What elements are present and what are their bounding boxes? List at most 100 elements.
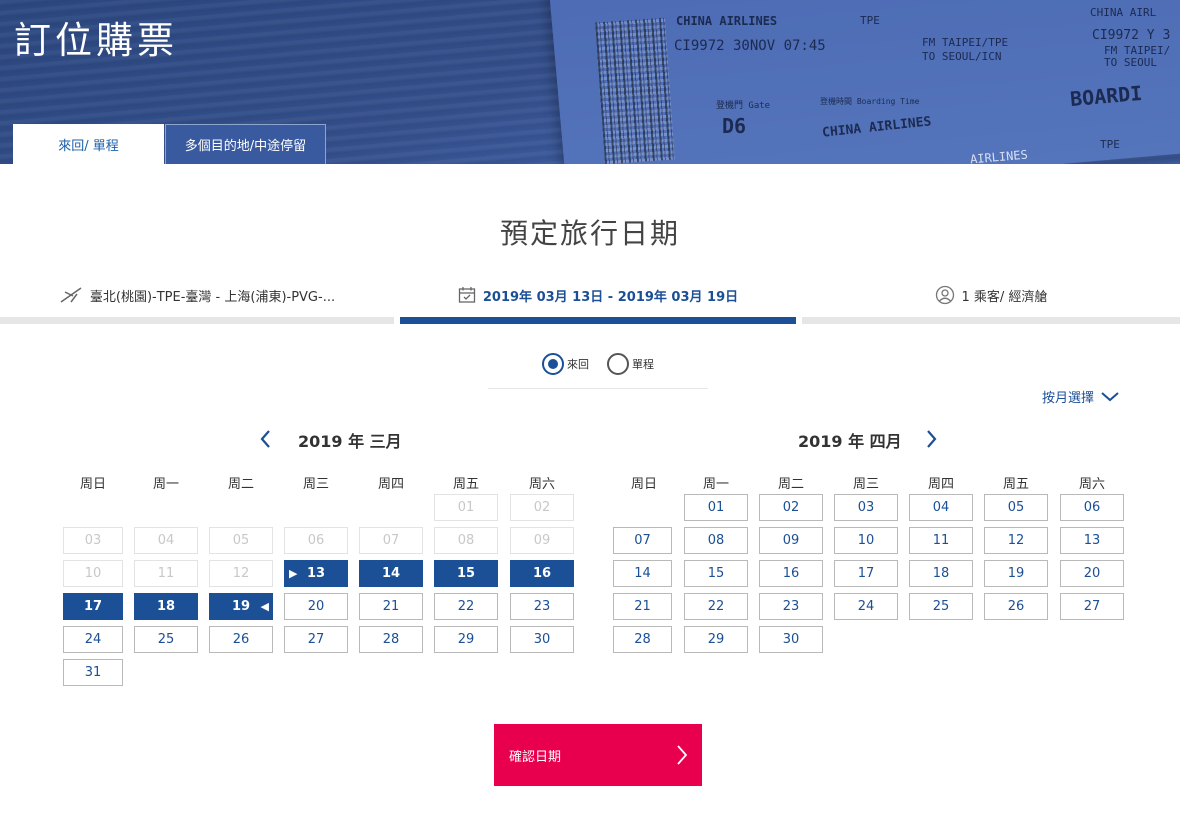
calendar-day[interactable]: 22 bbox=[434, 593, 498, 620]
day-number: 17 bbox=[857, 566, 875, 581]
radio-circle bbox=[607, 353, 629, 375]
step-passengers[interactable]: 1 乘客/ 經濟艙 bbox=[802, 282, 1180, 324]
calendar-day[interactable]: 23 bbox=[759, 593, 823, 620]
calendar-day[interactable]: 27 bbox=[284, 626, 348, 653]
calendar-april-title: 2019 年 四月 bbox=[798, 432, 902, 451]
day-number: 02 bbox=[782, 500, 800, 515]
calendar-day[interactable]: 27 bbox=[1060, 593, 1124, 620]
tab-multi-city[interactable]: 多個目的地/中途停留 bbox=[165, 124, 326, 164]
calendar-day[interactable]: 16 bbox=[759, 560, 823, 587]
calendar-day[interactable]: 26 bbox=[209, 626, 273, 653]
day-number: 01 bbox=[457, 500, 475, 515]
radio-one-way[interactable]: 單程 bbox=[607, 352, 654, 376]
ticket-right-flight: CI9972 Y 3 bbox=[1092, 28, 1171, 43]
calendar-day[interactable]: 08 bbox=[684, 527, 748, 554]
calendar-day[interactable]: 18 bbox=[909, 560, 973, 587]
calendar-day[interactable]: 16 bbox=[510, 560, 574, 587]
day-number: 03 bbox=[857, 500, 875, 515]
calendar-day[interactable]: 14 bbox=[613, 560, 672, 587]
weekday-label: 周二 bbox=[227, 477, 254, 492]
day-number: 15 bbox=[707, 566, 725, 581]
calendar-day[interactable]: 26 bbox=[984, 593, 1048, 620]
calendar-day[interactable]: 29 bbox=[684, 626, 748, 653]
day-number: 06 bbox=[307, 533, 325, 548]
step-dates[interactable]: 2019年 03月 13日 - 2019年 03月 19日 bbox=[400, 282, 796, 324]
calendar-day[interactable]: 12 bbox=[984, 527, 1048, 554]
calendar-day[interactable]: 20 bbox=[1060, 560, 1124, 587]
day-number: 28 bbox=[382, 632, 400, 647]
calendar-day[interactable]: 21 bbox=[613, 593, 672, 620]
weekday-label: 周四 bbox=[377, 477, 404, 492]
calendar-day[interactable]: 11 bbox=[909, 527, 973, 554]
calendar-day[interactable]: 09 bbox=[759, 527, 823, 554]
day-number: 18 bbox=[156, 599, 176, 614]
calendar-day[interactable]: 28 bbox=[613, 626, 672, 653]
calendar-day[interactable]: 30 bbox=[759, 626, 823, 653]
next-month-button[interactable] bbox=[921, 428, 941, 450]
calendar-day[interactable]: 13 bbox=[1060, 527, 1124, 554]
calendar-day[interactable]: 28 bbox=[359, 626, 423, 653]
calendar-day[interactable]: 31 bbox=[63, 659, 123, 686]
calendar-day[interactable]: 01 bbox=[684, 494, 748, 521]
weekday-label: 周一 bbox=[702, 477, 729, 492]
day-number: 26 bbox=[232, 632, 250, 647]
calendar-day[interactable]: 30 bbox=[510, 626, 574, 653]
tab-round-trip[interactable]: 來回/ 單程 bbox=[13, 124, 164, 164]
step-route[interactable]: 臺北(桃園)-TPE-臺灣 - 上海(浦東)-PVG-... bbox=[0, 282, 394, 324]
day-number: 13 bbox=[306, 566, 326, 581]
calendar-day: 06 bbox=[284, 527, 348, 554]
calendar-day[interactable]: 15 bbox=[684, 560, 748, 587]
calendar-day[interactable]: 03 bbox=[834, 494, 898, 521]
day-number: 03 bbox=[84, 533, 102, 548]
calendar-day[interactable]: 02 bbox=[759, 494, 823, 521]
calendar-day: 02 bbox=[510, 494, 574, 521]
calendar-day: 09 bbox=[510, 527, 574, 554]
weekday-label: 周五 bbox=[1002, 477, 1029, 492]
calendar-day[interactable]: 25 bbox=[909, 593, 973, 620]
day-number: 05 bbox=[1007, 500, 1025, 515]
day-number: 31 bbox=[84, 665, 102, 680]
weekday-label: 周四 bbox=[927, 477, 954, 492]
calendar-day[interactable]: 19 ◀ bbox=[209, 593, 273, 620]
ticket-from: FM TAIPEI/TPE bbox=[922, 36, 1009, 49]
calendar-day[interactable]: 17 bbox=[63, 593, 123, 620]
calendar-day[interactable]: 29 bbox=[434, 626, 498, 653]
calendar-day[interactable]: 18 bbox=[134, 593, 198, 620]
calendar-day: 07 bbox=[359, 527, 423, 554]
radio-round-trip-label: 來回 bbox=[567, 358, 589, 371]
day-number: 06 bbox=[1083, 500, 1101, 515]
calendar-day[interactable]: 20 bbox=[284, 593, 348, 620]
day-number: 24 bbox=[857, 599, 875, 614]
calendar-day[interactable]: 23 bbox=[510, 593, 574, 620]
day-number: 29 bbox=[707, 632, 725, 647]
calendar-day[interactable]: 24 bbox=[63, 626, 123, 653]
day-number: 21 bbox=[382, 599, 400, 614]
calendar-day[interactable]: 17 bbox=[834, 560, 898, 587]
calendar-day[interactable]: 25 bbox=[134, 626, 198, 653]
day-number: 11 bbox=[932, 533, 950, 548]
calendar-day[interactable]: 22 bbox=[684, 593, 748, 620]
plane-icon bbox=[60, 287, 82, 303]
confirm-dates-button[interactable]: 確認日期 bbox=[494, 724, 702, 786]
calendar-day[interactable]: 05 bbox=[984, 494, 1048, 521]
radio-one-way-label: 單程 bbox=[632, 358, 654, 371]
month-select-button[interactable]: 按月選擇 bbox=[1042, 387, 1120, 406]
day-number: 27 bbox=[307, 632, 325, 647]
calendar-day[interactable]: 10 bbox=[834, 527, 898, 554]
calendar-day[interactable]: 21 bbox=[359, 593, 423, 620]
day-number: 12 bbox=[232, 566, 250, 581]
calendar-day[interactable]: 14 bbox=[359, 560, 423, 587]
calendar-day[interactable]: 07 bbox=[613, 527, 672, 554]
calendar-day[interactable]: 04 bbox=[909, 494, 973, 521]
calendar-day[interactable]: 06 bbox=[1060, 494, 1124, 521]
radio-round-trip[interactable]: 來回 bbox=[542, 352, 589, 376]
calendar-day[interactable]: 19 bbox=[984, 560, 1048, 587]
calendar-day[interactable]: 24 bbox=[834, 593, 898, 620]
day-number: 12 bbox=[1007, 533, 1025, 548]
weekday-label: 周五 bbox=[452, 477, 479, 492]
calendar-day[interactable]: 13 ▶ bbox=[284, 560, 348, 587]
ticket-airline: CHINA AIRLINES bbox=[676, 14, 778, 28]
prev-month-button[interactable] bbox=[256, 428, 276, 450]
day-number: 25 bbox=[157, 632, 175, 647]
calendar-day[interactable]: 15 bbox=[434, 560, 498, 587]
